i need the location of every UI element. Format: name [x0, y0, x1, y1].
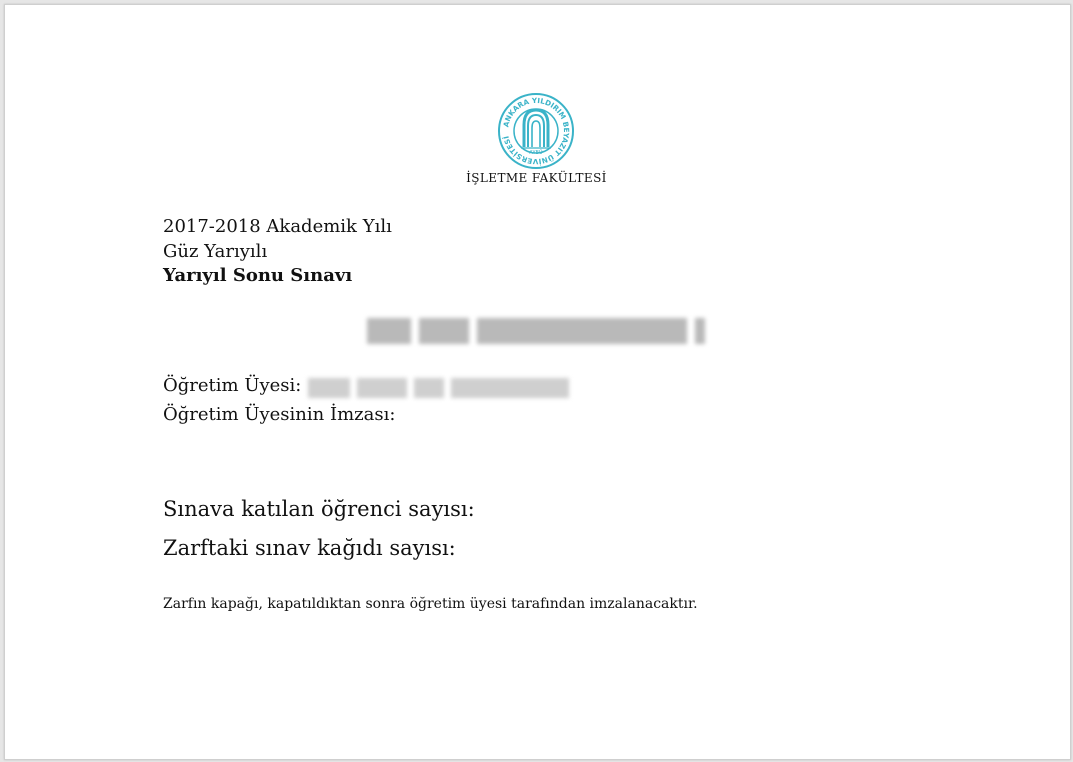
svg-text:AYBÜ: AYBÜ [529, 149, 543, 156]
instructor-label: Öğretim Üyesi: [163, 375, 302, 396]
academic-year: 2017-2018 Akademik Yılı [163, 216, 392, 237]
redacted-instructor-name [308, 375, 570, 401]
faculty-name: İŞLETME FAKÜLTESİ [466, 171, 607, 185]
exam-type: Yarıyıl Sonu Sınavı [163, 265, 353, 286]
semester: Güz Yarıyılı [163, 241, 268, 262]
university-seal-icon: ANKARA YILDIRIM BEYAZIT ÜNİVERSİTESİ AYB… [498, 93, 574, 169]
envelope-note: Zarfın kapağı, kapatıldıktan sonra öğret… [163, 596, 698, 612]
participants-count-label: Sınava katılan öğrenci sayısı: [163, 497, 475, 521]
redacted-course-name [367, 312, 711, 350]
papers-count-label: Zarftaki sınav kağıdı sayısı: [163, 536, 456, 560]
instructor-signature-label: Öğretim Üyesinin İmzası: [163, 404, 396, 425]
